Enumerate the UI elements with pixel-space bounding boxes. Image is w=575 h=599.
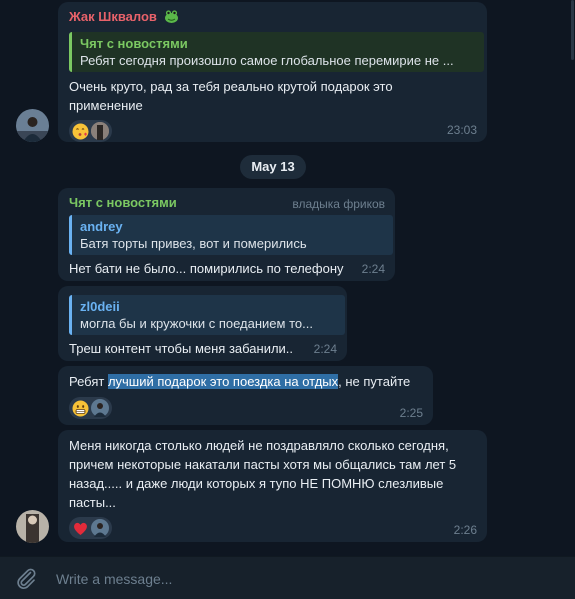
red-heart-emoji-icon bbox=[72, 520, 89, 537]
message-time: 2:24 bbox=[361, 262, 385, 276]
selected-text[interactable]: лучший подарок это поездка на отдых bbox=[107, 374, 339, 389]
kiss-face-emoji-icon bbox=[72, 123, 89, 140]
message-time: 2:26 bbox=[453, 523, 477, 537]
reply-quote[interactable]: Чят с новостями Ребят сегодня произошло … bbox=[69, 32, 484, 72]
frog-emoji-icon bbox=[164, 9, 179, 28]
reply-text: могла бы и кружочки с поеданием то... bbox=[80, 316, 313, 331]
reactions bbox=[69, 120, 477, 142]
reply-quote[interactable]: andrey Батя торты привез, вот и померили… bbox=[69, 215, 393, 255]
reply-quote[interactable]: zl0deii могла бы и кружочки с поеданием … bbox=[69, 295, 345, 335]
reply-text: Ребят сегодня произошло самое глобальное… bbox=[80, 53, 454, 68]
message-input[interactable] bbox=[54, 568, 538, 590]
reactions bbox=[69, 397, 423, 419]
date-separator: May 13 bbox=[240, 155, 306, 179]
reactor-avatar bbox=[91, 519, 109, 537]
reactor-avatar bbox=[91, 399, 109, 417]
reply-sender: andrey bbox=[80, 219, 123, 234]
reaction-grin[interactable] bbox=[69, 397, 112, 419]
message-time: 23:03 bbox=[446, 123, 477, 137]
reply-sender: Чят с новостями bbox=[80, 36, 188, 51]
grin-face-emoji-icon bbox=[72, 400, 89, 417]
reaction-kiss[interactable] bbox=[69, 120, 112, 142]
sender-name[interactable]: Жак Шквалов bbox=[69, 9, 477, 28]
message-time: 2:25 bbox=[399, 406, 423, 420]
message-list[interactable]: Жак Шквалов Чят с новостями Ребят сегодн… bbox=[0, 0, 575, 556]
message-text: Меня никогда столько людей не поздравлял… bbox=[69, 438, 457, 510]
message-bubble[interactable]: Чят с новостями владыка фриков andrey Ба… bbox=[58, 188, 395, 281]
message-text: Ребят лучший подарок это поездка на отды… bbox=[69, 374, 411, 389]
reply-sender: zl0deii bbox=[80, 299, 120, 314]
reply-text: Батя торты привез, вот и померились bbox=[80, 236, 307, 251]
message-text: Нет бати не было... помирились по телефо… bbox=[69, 261, 344, 276]
paperclip-icon[interactable] bbox=[14, 566, 38, 590]
message-bubble[interactable]: Ребят лучший подарок это поездка на отды… bbox=[58, 366, 433, 425]
message-bubble[interactable]: Меня никогда столько людей не поздравлял… bbox=[58, 430, 487, 542]
message-bubble[interactable]: Жак Шквалов Чят с новостями Ребят сегодн… bbox=[58, 2, 487, 142]
message-bubble[interactable]: zl0deii могла бы и кружочки с поеданием … bbox=[58, 286, 347, 361]
avatar-sender[interactable] bbox=[16, 510, 49, 543]
reaction-heart[interactable] bbox=[69, 517, 112, 539]
message-time: 2:24 bbox=[313, 342, 337, 356]
message-text: Треш контент чтобы меня забанили.. bbox=[69, 341, 294, 356]
avatar-zhak[interactable] bbox=[16, 109, 49, 142]
reactions bbox=[69, 517, 477, 539]
reactor-avatar bbox=[91, 122, 109, 140]
message-composer bbox=[0, 556, 575, 599]
sender-role: владыка фриков bbox=[292, 197, 385, 211]
message-text: Очень круто, рад за тебя реально крутой … bbox=[69, 79, 393, 113]
scrollbar[interactable] bbox=[571, 0, 574, 60]
